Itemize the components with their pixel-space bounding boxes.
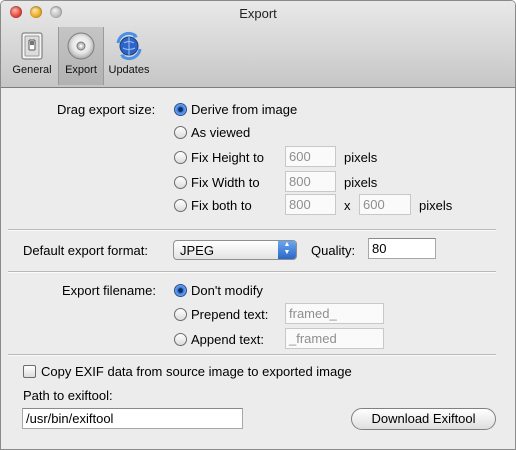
toolbar-export[interactable]: Export — [58, 27, 104, 85]
drag-export-size-label: Drag export size: — [57, 102, 156, 117]
window-title: Export — [239, 6, 277, 21]
quality-label: Quality: — [311, 243, 356, 258]
radio-dont-modify[interactable] — [174, 284, 187, 297]
radio-fix-both[interactable] — [174, 199, 187, 212]
toolbar-export-label: Export — [65, 64, 97, 76]
radio-fix-height[interactable] — [174, 151, 187, 164]
export-filename-label: Export filename: — [62, 283, 156, 298]
quality-input[interactable]: 80 — [368, 238, 436, 259]
section-divider — [8, 229, 496, 231]
section-divider — [8, 354, 496, 356]
radio-prepend-text[interactable] — [174, 308, 187, 321]
fix-both-unit: pixels — [419, 198, 453, 213]
radio-append-text-label: Append text: — [191, 332, 264, 347]
radio-append-text[interactable] — [174, 333, 187, 346]
radio-dont-modify-label: Don't modify — [191, 283, 263, 298]
fix-width-input[interactable]: 800 — [285, 171, 336, 192]
section-divider — [8, 271, 496, 273]
radio-as-viewed-label: As viewed — [191, 125, 251, 140]
toolbar-updates-label: Updates — [108, 64, 150, 76]
radio-derive-from-image-label: Derive from image — [191, 102, 298, 117]
export-format-value: JPEG — [180, 243, 214, 258]
fix-both-width-input[interactable]: 800 — [285, 194, 336, 215]
append-text-input[interactable]: _framed — [285, 328, 384, 349]
general-switch-icon — [21, 32, 43, 60]
radio-prepend-text-label: Prepend text: — [191, 307, 269, 322]
fix-both-height-input[interactable]: 600 — [359, 194, 411, 215]
toolbar-updates[interactable]: Updates — [104, 27, 154, 85]
radio-fix-width[interactable] — [174, 176, 187, 189]
toolbar-general[interactable]: General — [7, 27, 57, 85]
prepend-text-input[interactable]: framed_ — [285, 303, 384, 324]
radio-as-viewed[interactable] — [174, 126, 187, 139]
radio-fix-height-label: Fix Height to — [191, 150, 264, 165]
radio-derive-from-image[interactable] — [174, 103, 187, 116]
export-disc-icon — [67, 32, 95, 60]
export-format-popup[interactable]: JPEG ▲ ▼ — [173, 240, 297, 260]
fix-width-unit: pixels — [344, 175, 378, 190]
chevron-up-down-icon: ▲ ▼ — [278, 241, 296, 259]
toolbar-general-label: General — [12, 64, 52, 76]
copy-exif-checkbox[interactable] — [23, 365, 36, 378]
default-export-format-label: Default export format: — [23, 243, 148, 258]
download-exiftool-button[interactable]: Download Exiftool — [351, 408, 496, 430]
preferences-window: Export General Export Updates Drag expor… — [0, 0, 516, 450]
radio-fix-width-label: Fix Width to — [191, 175, 260, 190]
copy-exif-label: Copy EXIF data from source image to expo… — [41, 364, 352, 379]
radio-fix-both-label: Fix both to — [191, 198, 252, 213]
fix-height-input[interactable]: 600 — [285, 146, 336, 167]
fix-both-separator: x — [344, 198, 351, 213]
title-bar: Export General Export Updates — [1, 1, 515, 88]
exiftool-path-label: Path to exiftool: — [23, 388, 113, 403]
exiftool-path-input[interactable]: /usr/bin/exiftool — [22, 408, 243, 429]
updates-globe-icon — [116, 31, 142, 61]
export-pane: Drag export size: Derive from image As v… — [1, 88, 515, 449]
fix-height-unit: pixels — [344, 150, 378, 165]
